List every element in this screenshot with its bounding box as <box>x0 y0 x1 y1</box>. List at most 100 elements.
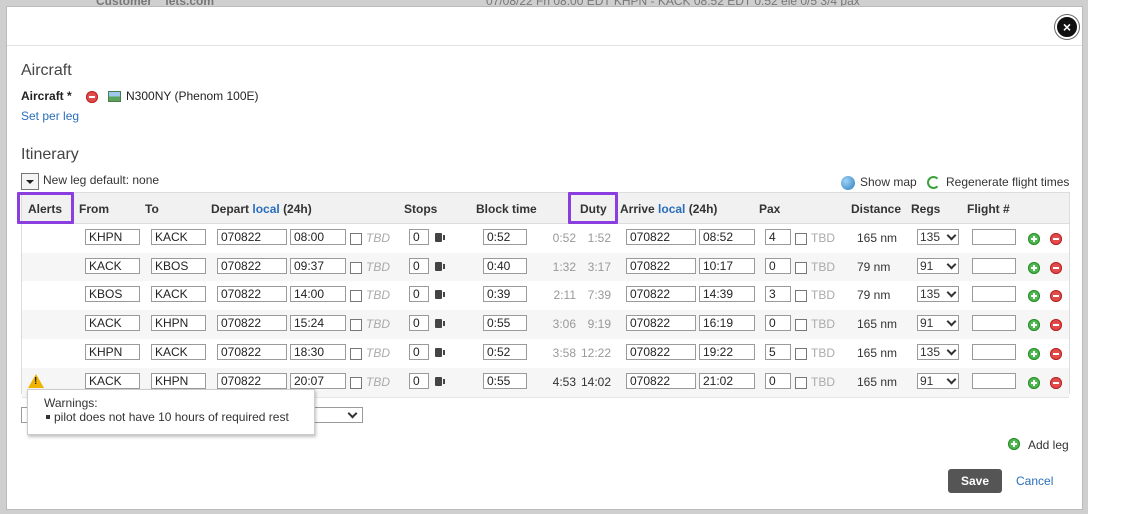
depart-time-input[interactable] <box>290 315 346 332</box>
regs-select[interactable]: 135 <box>917 286 959 303</box>
arrive-date-input[interactable] <box>626 315 696 332</box>
add-icon[interactable] <box>1028 376 1040 389</box>
fuel-icon[interactable] <box>435 261 445 271</box>
from-input[interactable] <box>85 257 140 274</box>
flight-number-input[interactable] <box>972 343 1016 360</box>
depart-date-input[interactable] <box>217 343 287 360</box>
to-input[interactable] <box>151 372 206 389</box>
arrive-local-link[interactable]: local <box>658 202 685 216</box>
stops-input[interactable] <box>409 257 429 274</box>
fuel-icon[interactable] <box>435 319 445 329</box>
flight-number-input[interactable] <box>972 286 1016 303</box>
depart-time-input[interactable] <box>290 286 346 303</box>
depart-date-input[interactable] <box>217 372 287 389</box>
block-time-input[interactable] <box>483 229 527 245</box>
regs-select[interactable]: 135 <box>917 229 959 245</box>
arrive-date-input[interactable] <box>626 286 696 303</box>
flight-number-input[interactable] <box>972 257 1016 274</box>
block-time-input[interactable] <box>483 372 527 389</box>
arrive-time-input[interactable] <box>699 286 755 303</box>
regs-select[interactable]: 135 <box>917 343 959 360</box>
add-icon[interactable] <box>1028 233 1040 245</box>
cancel-link[interactable]: Cancel <box>1016 474 1053 488</box>
fuel-icon[interactable] <box>435 233 445 242</box>
flight-number-input[interactable] <box>972 229 1016 245</box>
to-input[interactable] <box>151 257 206 274</box>
refresh-icon[interactable] <box>927 176 940 189</box>
add-icon[interactable] <box>1028 319 1040 332</box>
stops-input[interactable] <box>409 343 429 360</box>
remove-icon[interactable] <box>86 91 98 103</box>
depart-time-input[interactable] <box>290 372 346 389</box>
from-input[interactable] <box>85 286 140 303</box>
arrive-time-input[interactable] <box>699 343 755 360</box>
depart-tbd-checkbox[interactable] <box>350 347 362 360</box>
arrive-date-input[interactable] <box>626 372 696 389</box>
depart-local-link[interactable]: local <box>252 202 279 216</box>
depart-tbd-checkbox[interactable] <box>350 261 362 274</box>
pax-input[interactable] <box>765 315 791 332</box>
to-input[interactable] <box>151 343 206 360</box>
arrive-time-input[interactable] <box>699 372 755 389</box>
save-button[interactable]: Save <box>948 469 1002 493</box>
fuel-icon[interactable] <box>435 376 445 386</box>
flight-number-input[interactable] <box>972 315 1016 332</box>
depart-time-input[interactable] <box>290 343 346 360</box>
aircraft-value[interactable]: N300NY (Phenom 100E) <box>126 89 259 103</box>
remove-icon[interactable] <box>1050 261 1062 274</box>
arrive-time-input[interactable] <box>699 257 755 274</box>
flight-number-input[interactable] <box>972 372 1016 389</box>
depart-tbd-checkbox[interactable] <box>350 376 362 389</box>
pax-input[interactable] <box>765 372 791 389</box>
show-map-link[interactable]: Show map <box>860 175 917 189</box>
pax-tbd-checkbox[interactable] <box>795 261 807 274</box>
depart-date-input[interactable] <box>217 315 287 332</box>
depart-date-input[interactable] <box>217 286 287 303</box>
depart-tbd-checkbox[interactable] <box>350 233 362 245</box>
to-input[interactable] <box>151 315 206 332</box>
pax-tbd-checkbox[interactable] <box>795 319 807 332</box>
pax-input[interactable] <box>765 286 791 303</box>
regs-select[interactable]: 91 <box>917 315 959 332</box>
depart-tbd-checkbox[interactable] <box>350 290 362 303</box>
arrive-date-input[interactable] <box>626 343 696 360</box>
depart-tbd-checkbox[interactable] <box>350 319 362 332</box>
add-icon[interactable] <box>1028 290 1040 303</box>
block-time-input[interactable] <box>483 343 527 360</box>
regenerate-flight-times-link[interactable]: Regenerate flight times <box>946 175 1069 189</box>
pax-input[interactable] <box>765 229 791 245</box>
arrive-time-input[interactable] <box>699 315 755 332</box>
from-input[interactable] <box>85 315 140 332</box>
to-input[interactable] <box>151 286 206 303</box>
regs-select[interactable]: 91 <box>917 257 959 274</box>
fuel-icon[interactable] <box>435 347 445 357</box>
depart-date-input[interactable] <box>217 257 287 274</box>
block-time-input[interactable] <box>483 286 527 303</box>
set-per-leg-link[interactable]: Set per leg <box>21 109 79 123</box>
remove-icon[interactable] <box>1050 376 1062 389</box>
pax-input[interactable] <box>765 257 791 274</box>
pax-tbd-checkbox[interactable] <box>795 290 807 303</box>
remove-icon[interactable] <box>1050 290 1062 303</box>
add-icon[interactable] <box>1028 347 1040 360</box>
close-icon[interactable]: × <box>1055 15 1079 39</box>
from-input[interactable] <box>85 343 140 360</box>
regs-select[interactable]: 91 <box>917 372 959 389</box>
pax-input[interactable] <box>765 343 791 360</box>
from-input[interactable] <box>85 229 140 245</box>
pax-tbd-checkbox[interactable] <box>795 347 807 360</box>
stops-input[interactable] <box>409 286 429 303</box>
add-leg-icon[interactable] <box>1008 438 1020 450</box>
dropdown-icon[interactable] <box>21 173 39 190</box>
add-leg-link[interactable]: Add leg <box>1028 438 1069 452</box>
depart-time-input[interactable] <box>290 257 346 274</box>
stops-input[interactable] <box>409 372 429 389</box>
block-time-input[interactable] <box>483 257 527 274</box>
depart-time-input[interactable] <box>290 229 346 245</box>
remove-icon[interactable] <box>1050 319 1062 332</box>
stops-input[interactable] <box>409 315 429 332</box>
arrive-date-input[interactable] <box>626 229 696 245</box>
arrive-time-input[interactable] <box>699 229 755 245</box>
from-input[interactable] <box>85 372 140 389</box>
stops-input[interactable] <box>409 229 429 245</box>
